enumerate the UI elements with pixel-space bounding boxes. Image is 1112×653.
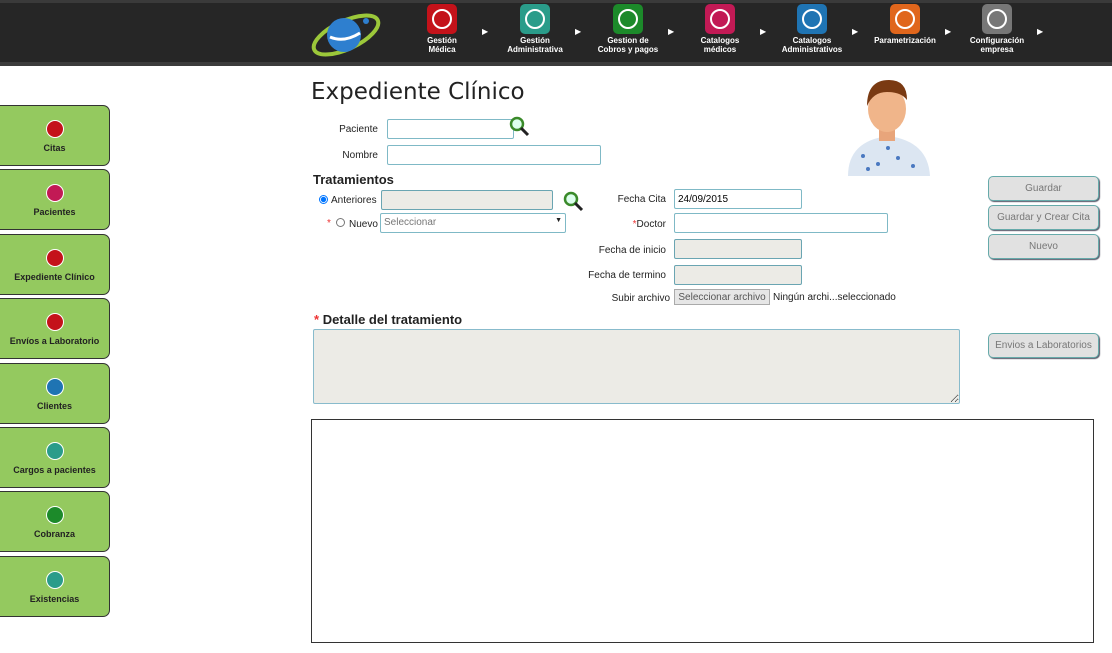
sidebar-item-4[interactable]: Clientes [0,362,110,424]
fecha-cita-label: Fecha Cita [617,194,666,205]
nav-label-2: Cobros y pagos [597,45,659,54]
patient-avatar [848,80,930,176]
nav-label-1: Gestión [427,36,457,45]
sidebar-item-1[interactable]: Pacientes [0,169,110,231]
nav-item-4[interactable]: Catalogos Administrativos [767,4,857,54]
arrow-right-icon: ▶ [1037,27,1044,36]
sidebar-icon [45,506,64,525]
sidebar-item-6[interactable]: Cobranza [0,491,110,553]
nav-label-1: Gestión [520,36,550,45]
nav-icon [705,4,735,34]
sidebar-item-7[interactable]: Existencias [0,555,110,617]
guardar-crear-cita-button[interactable]: Guardar y Crear Cita [988,205,1099,230]
sidebar-item-label: Existencias [29,593,80,604]
nuevo-label: Nuevo [349,219,378,230]
nombre-input[interactable] [387,145,601,165]
sidebar-icon [45,313,64,332]
fecha-inicio-input[interactable] [674,239,802,259]
arrow-right-icon: ▶ [945,27,952,36]
envios-laboratorios-button[interactable]: Envios a Laboratorios [988,333,1099,358]
arrow-right-icon: ▶ [482,27,489,36]
nav-item-2[interactable]: Gestion de Cobros y pagos [583,4,673,54]
sidebar-item-label: Pacientes [33,207,76,218]
paciente-label: Paciente [339,124,378,135]
guardar-button[interactable]: Guardar [988,176,1099,201]
fecha-termino-label: Fecha de termino [588,270,666,281]
nav-icon [982,4,1012,34]
chevron-down-icon: ▼ [555,217,562,224]
page-title: Expediente Clínico [311,79,525,105]
nav-item-1[interactable]: Gestión Administrativa [490,4,580,54]
fecha-inicio-label: Fecha de inicio [598,245,666,256]
nav-label-2: Administrativos [781,45,843,54]
sidebar-item-5[interactable]: Cargos a pacientes [0,427,110,488]
sidebar-item-3[interactable]: Envíos a Laboratorio [0,298,110,360]
select-value: Seleccionar [384,217,437,228]
nuevo-button[interactable]: Nuevo [988,234,1099,259]
nav-item-0[interactable]: Gestión Médica [397,4,487,54]
nuevo-radio[interactable] [336,218,345,227]
nav-label-2: empresa [980,45,1014,54]
sidebar-icon [45,120,64,138]
nav-item-5[interactable]: Parametrización [860,4,950,45]
sidebar-icon [45,184,64,203]
sidebar-icon [45,570,64,589]
nav-label-1: Configuración [969,36,1025,45]
doctor-label: Doctor [636,219,666,230]
search-anteriores-icon[interactable] [562,190,584,212]
arrow-right-icon: ▶ [852,27,859,36]
doctor-input[interactable] [674,213,888,233]
sidebar-item-label: Cargos a pacientes [13,465,96,475]
nav-label-2: médicos [703,45,737,54]
sidebar-item-label: Envíos a Laboratorio [9,336,100,347]
nav-label-1: Gestion de [607,36,649,45]
arrow-right-icon: ▶ [668,27,675,36]
select-file-button[interactable]: Seleccionar archivo [674,289,770,305]
sidebar-item-label: Clientes [36,400,72,411]
nav-icon [427,4,457,34]
search-paciente-icon[interactable] [508,115,530,137]
sidebar-icon [45,442,64,460]
nav-icon [520,4,550,34]
file-status: Ningún archi...seleccionado [773,292,896,303]
anteriores-radio[interactable] [319,195,328,204]
sidebar-item-label: Cobranza [33,529,75,540]
nav-label-1: Catalogos [700,36,740,45]
nav-label-2: Médica [428,45,456,54]
required-mark: * [314,312,320,327]
nav-label-1: Parametrización [874,36,936,45]
nav-icon [890,4,920,34]
sidebar-item-label: Expediente Clínico [14,271,95,282]
content-panel [311,419,1094,643]
nav-label-2: Administrativa [507,45,563,54]
arrow-right-icon: ▶ [575,27,582,36]
arrow-right-icon: ▶ [760,27,767,36]
subir-archivo-label: Subir archivo [611,293,670,304]
anteriores-input[interactable] [381,190,553,210]
app-logo [311,13,381,57]
nav-item-6[interactable]: Configuración empresa [952,4,1042,54]
nav-icon [613,4,643,34]
sidebar-icon [45,248,64,267]
tratamientos-heading: Tratamientos [313,172,394,187]
fecha-cita-input[interactable] [674,189,802,209]
sidebar-item-2[interactable]: Expediente Clínico [0,233,110,295]
required-mark: * [327,218,331,229]
anteriores-label: Anteriores [331,195,377,206]
nav-item-3[interactable]: Catalogos médicos [675,4,765,54]
nav-label-1: Catalogos [792,36,832,45]
nav-icon [797,4,827,34]
sidebar-item-label: Citas [43,143,66,153]
paciente-input[interactable] [387,119,514,139]
sidebar-icon [45,377,64,396]
fecha-termino-input[interactable] [674,265,802,285]
detalle-textarea[interactable] [313,329,960,404]
nombre-label: Nombre [342,150,378,161]
tratamiento-select[interactable]: Seleccionar ▼ [380,213,566,233]
sidebar-item-0[interactable]: Citas [0,105,110,166]
detalle-heading: Detalle del tratamiento [322,312,463,327]
